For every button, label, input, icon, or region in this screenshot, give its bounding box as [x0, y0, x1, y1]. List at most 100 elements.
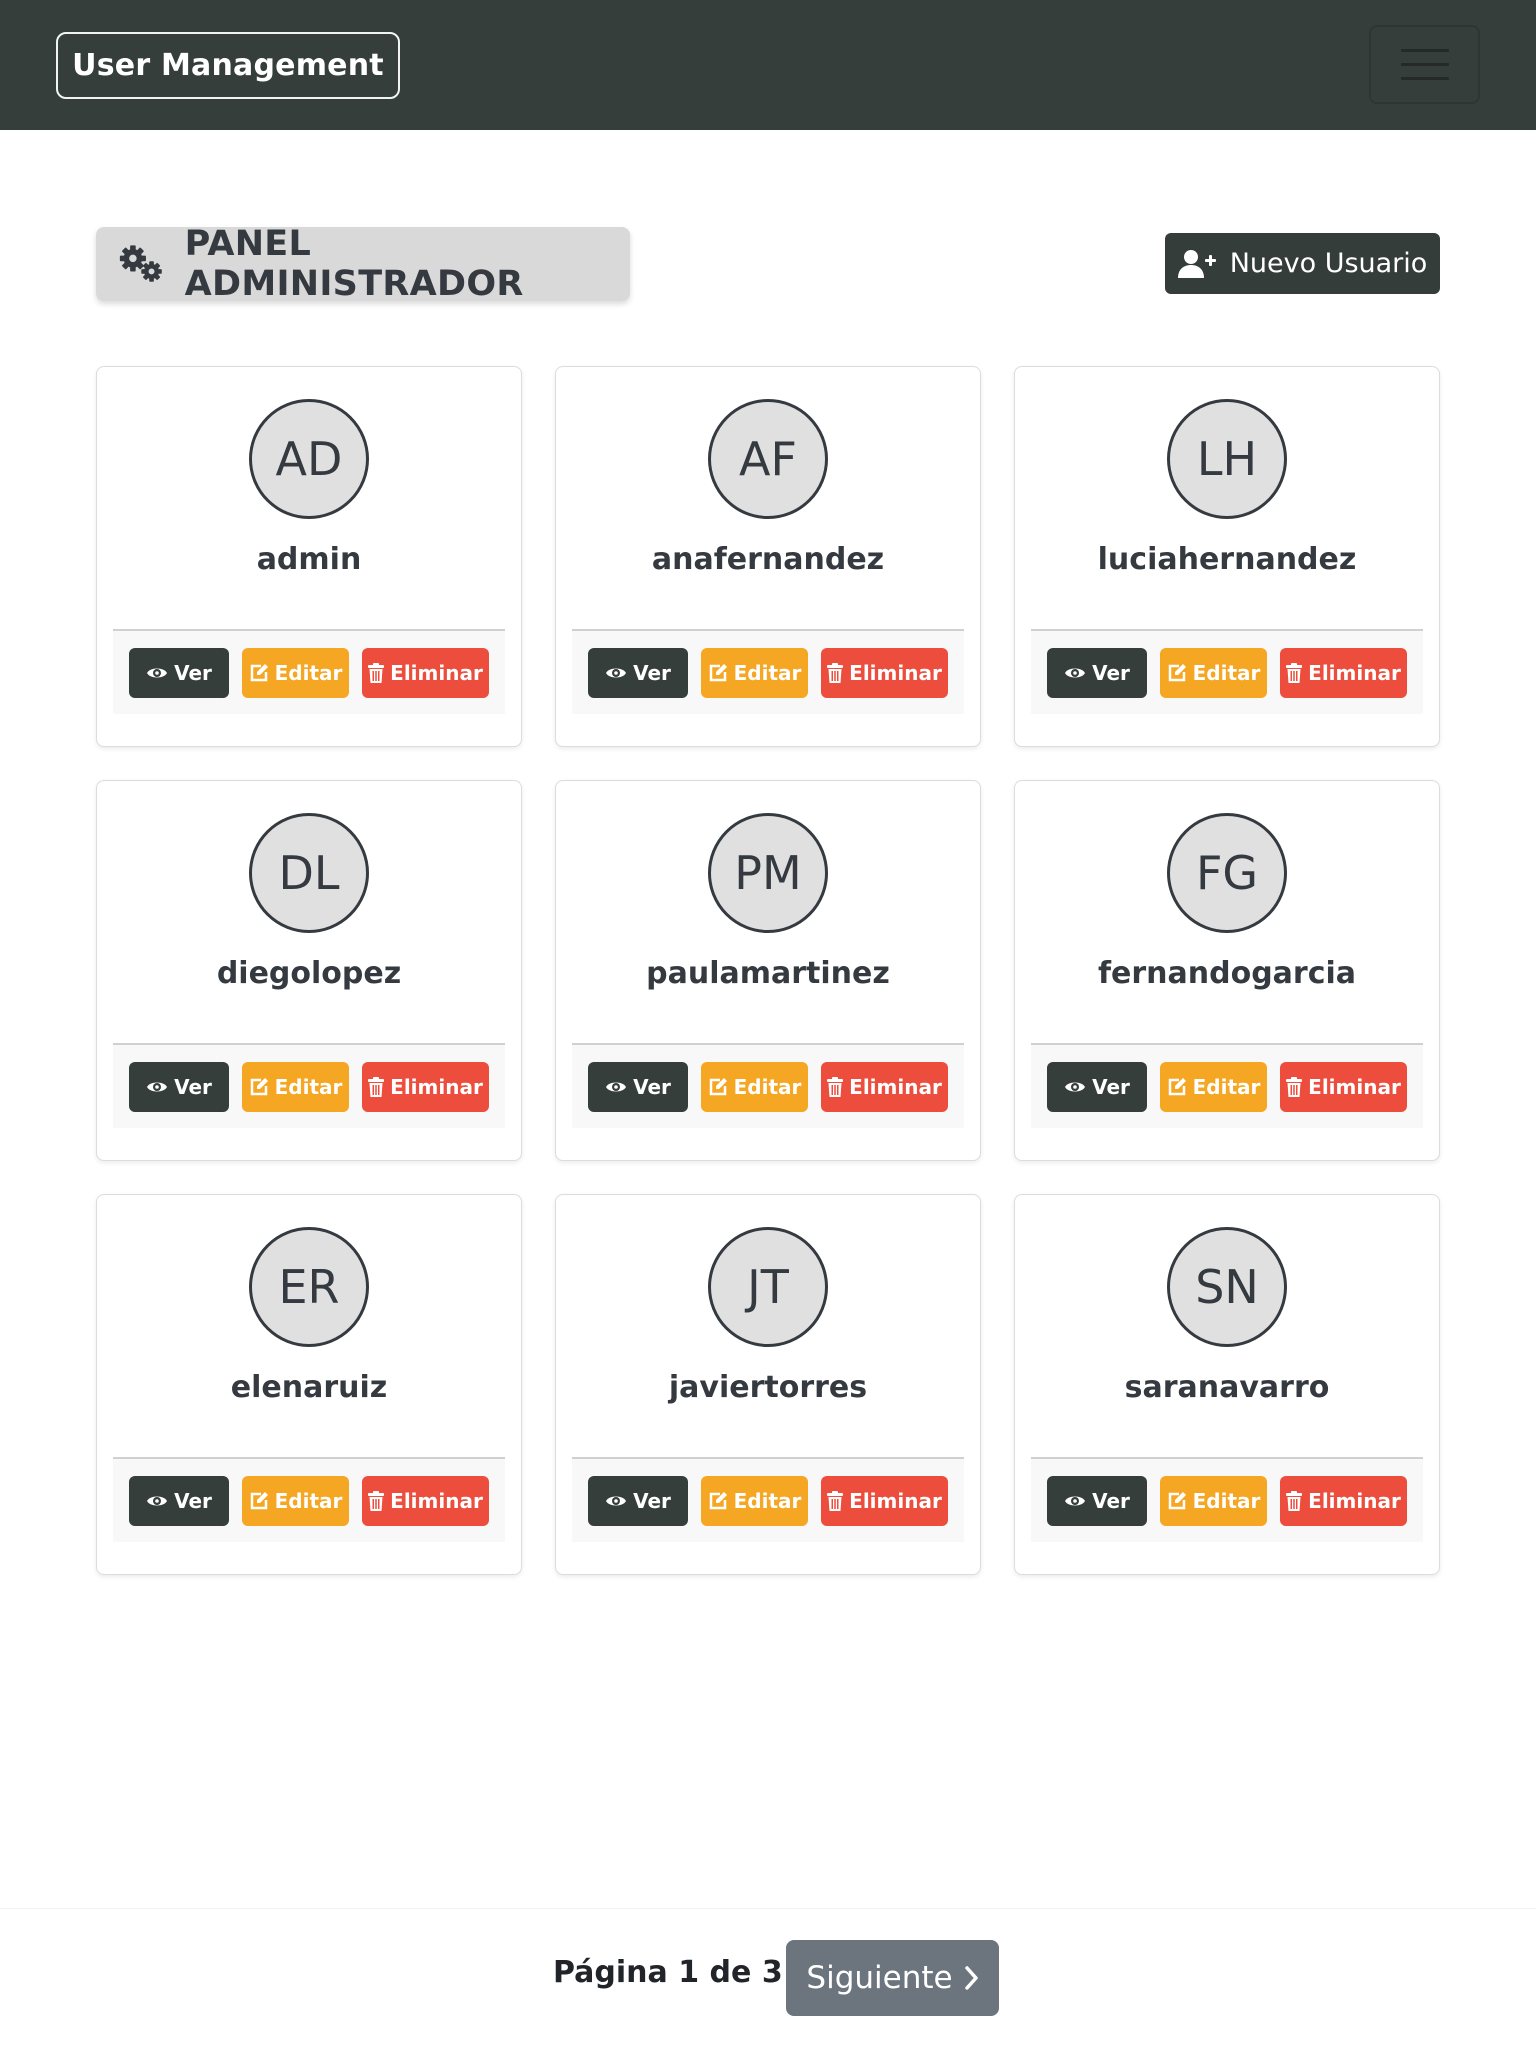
avatar-initials: JT: [747, 1260, 789, 1314]
menu-bar: [1400, 77, 1449, 80]
edit-button[interactable]: Editar: [242, 647, 349, 698]
edit-button[interactable]: Editar: [1160, 1061, 1267, 1112]
username: paulamartinez: [646, 956, 890, 991]
edit-icon: [1168, 1491, 1186, 1509]
edit-label: Editar: [274, 1488, 343, 1513]
menu-bar: [1400, 49, 1449, 52]
avatar: SN: [1167, 1227, 1287, 1347]
user-plus-icon: [1177, 249, 1216, 278]
delete-button[interactable]: Eliminar: [821, 647, 948, 698]
avatar-initials: LH: [1196, 432, 1258, 486]
page-status: Página 1 de 3: [553, 1955, 783, 1990]
view-button[interactable]: Ver: [1047, 647, 1147, 698]
avatar: AF: [708, 399, 828, 519]
delete-button[interactable]: Eliminar: [362, 1475, 489, 1526]
card-actions: Ver Editar Eliminar: [1031, 1043, 1423, 1128]
edit-button[interactable]: Editar: [242, 1475, 349, 1526]
user-card: AF anafernandez Ver Editar Eliminar: [555, 366, 981, 747]
gears-icon: [119, 245, 162, 282]
delete-button[interactable]: Eliminar: [362, 647, 489, 698]
user-grid: AD admin Ver Editar Eliminar AF anaferna…: [96, 366, 1440, 1575]
eye-icon: [606, 668, 627, 677]
card-actions: Ver Editar Eliminar: [572, 1043, 964, 1128]
eye-icon: [1065, 668, 1086, 677]
new-user-label: Nuevo Usuario: [1229, 248, 1428, 279]
eye-icon: [1065, 1496, 1086, 1505]
view-label: Ver: [633, 1074, 671, 1099]
edit-label: Editar: [733, 660, 802, 685]
card-actions: Ver Editar Eliminar: [113, 629, 505, 714]
trash-icon: [827, 1076, 844, 1097]
view-button[interactable]: Ver: [129, 647, 229, 698]
username: anafernandez: [651, 542, 885, 577]
trash-icon: [1286, 1490, 1303, 1511]
edit-button[interactable]: Editar: [1160, 647, 1267, 698]
delete-button[interactable]: Eliminar: [821, 1061, 948, 1112]
edit-label: Editar: [1192, 1074, 1261, 1099]
view-button[interactable]: Ver: [1047, 1061, 1147, 1112]
edit-label: Editar: [1192, 660, 1261, 685]
edit-label: Editar: [1192, 1488, 1261, 1513]
edit-button[interactable]: Editar: [242, 1061, 349, 1112]
user-card: LH luciahernandez Ver Editar Eliminar: [1014, 366, 1440, 747]
edit-icon: [709, 663, 727, 681]
user-card: SN saranavarro Ver Editar Eliminar: [1014, 1194, 1440, 1575]
delete-button[interactable]: Eliminar: [1280, 1061, 1407, 1112]
edit-label: Editar: [733, 1074, 802, 1099]
eye-icon: [606, 1082, 627, 1091]
edit-icon: [1168, 663, 1186, 681]
navbar: User Management: [0, 0, 1536, 130]
user-card: ER elenaruiz Ver Editar Eliminar: [96, 1194, 522, 1575]
edit-button[interactable]: Editar: [701, 647, 808, 698]
edit-icon: [709, 1491, 727, 1509]
card-actions: Ver Editar Eliminar: [1031, 1457, 1423, 1542]
next-label: Siguiente: [806, 1960, 953, 1996]
avatar-initials: PM: [734, 846, 802, 900]
menu-bar: [1400, 63, 1449, 66]
next-page-button[interactable]: Siguiente: [786, 1940, 999, 2016]
delete-label: Eliminar: [1308, 660, 1401, 685]
edit-icon: [250, 1077, 268, 1095]
view-button[interactable]: Ver: [588, 1475, 688, 1526]
avatar-initials: SN: [1195, 1260, 1259, 1314]
user-card: FG fernandogarcia Ver Editar Eliminar: [1014, 780, 1440, 1161]
view-button[interactable]: Ver: [588, 647, 688, 698]
card-actions: Ver Editar Eliminar: [113, 1457, 505, 1542]
delete-label: Eliminar: [390, 1074, 483, 1099]
avatar: LH: [1167, 399, 1287, 519]
edit-icon: [250, 1491, 268, 1509]
hamburger-menu-icon[interactable]: [1369, 25, 1480, 104]
brand-button[interactable]: User Management: [56, 32, 400, 99]
edit-button[interactable]: Editar: [701, 1061, 808, 1112]
avatar: ER: [249, 1227, 369, 1347]
delete-button[interactable]: Eliminar: [1280, 647, 1407, 698]
card-actions: Ver Editar Eliminar: [572, 1457, 964, 1542]
view-label: Ver: [633, 1488, 671, 1513]
username: saranavarro: [1124, 1370, 1330, 1405]
view-button[interactable]: Ver: [129, 1475, 229, 1526]
avatar-initials: DL: [278, 846, 340, 900]
user-card: PM paulamartinez Ver Editar Eliminar: [555, 780, 981, 1161]
delete-button[interactable]: Eliminar: [1280, 1475, 1407, 1526]
page-title: PANEL ADMINISTRADOR: [184, 224, 524, 304]
avatar: AD: [249, 399, 369, 519]
new-user-button[interactable]: Nuevo Usuario: [1165, 233, 1440, 294]
delete-button[interactable]: Eliminar: [821, 1475, 948, 1526]
edit-button[interactable]: Editar: [1160, 1475, 1267, 1526]
edit-label: Editar: [274, 660, 343, 685]
view-button[interactable]: Ver: [129, 1061, 229, 1112]
view-label: Ver: [1092, 660, 1130, 685]
trash-icon: [827, 662, 844, 683]
view-button[interactable]: Ver: [588, 1061, 688, 1112]
delete-button[interactable]: Eliminar: [362, 1061, 489, 1112]
eye-icon: [147, 1082, 168, 1091]
user-card: DL diegolopez Ver Editar Eliminar: [96, 780, 522, 1161]
trash-icon: [368, 662, 385, 683]
chevron-right-icon: [964, 1966, 978, 1990]
delete-label: Eliminar: [1308, 1488, 1401, 1513]
avatar: PM: [708, 813, 828, 933]
view-button[interactable]: Ver: [1047, 1475, 1147, 1526]
edit-button[interactable]: Editar: [701, 1475, 808, 1526]
edit-label: Editar: [274, 1074, 343, 1099]
view-label: Ver: [633, 660, 671, 685]
